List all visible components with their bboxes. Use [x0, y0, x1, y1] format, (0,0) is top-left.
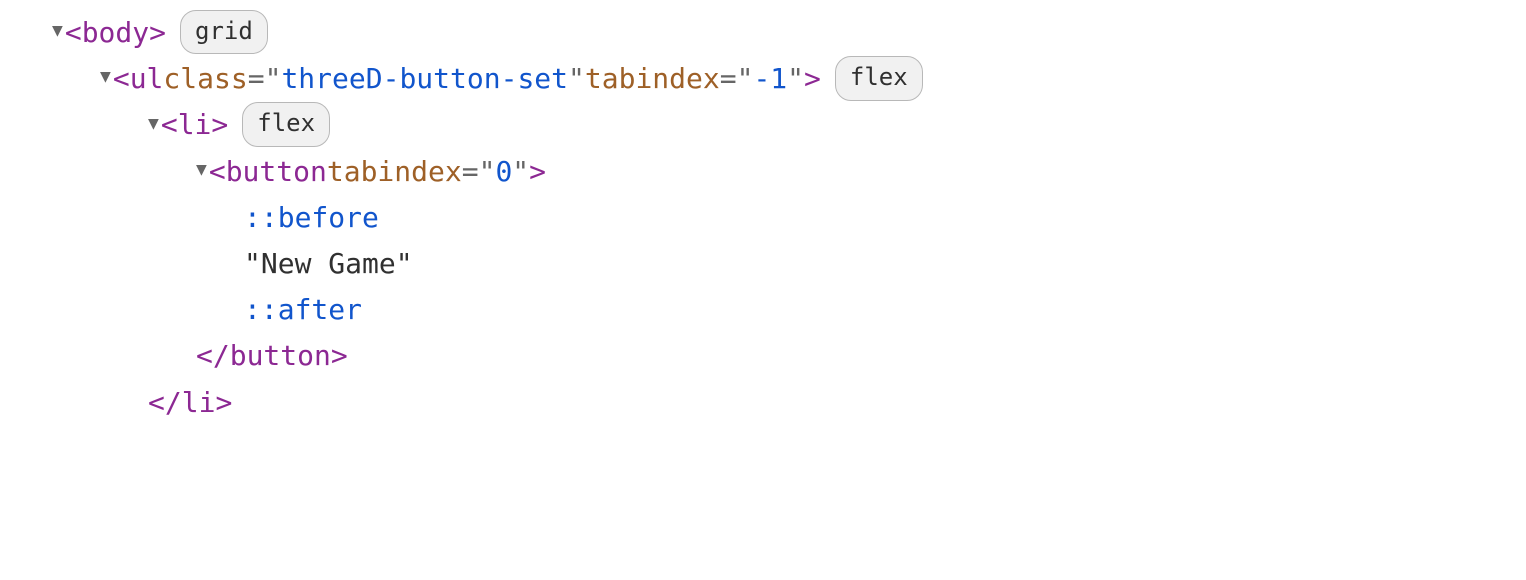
text-node: "New Game"	[244, 241, 413, 287]
tag-close-bracket: >	[331, 333, 348, 379]
tree-row[interactable]: ▼<button tabindex="0">	[20, 149, 1506, 195]
tag-name: button	[230, 333, 331, 379]
dom-tree-panel[interactable]: ▼<body>grid▼<ul class="threeD-button-set…	[20, 10, 1506, 426]
tree-row[interactable]: ▼<li> flex	[20, 102, 1506, 148]
attr-quote: "	[568, 56, 585, 102]
tag-open-bracket: <	[113, 56, 130, 102]
attr-quote: "	[787, 56, 804, 102]
pseudo-element: ::before	[244, 195, 379, 241]
expand-arrow-icon[interactable]: ▼	[148, 109, 159, 139]
tree-row[interactable]: ::before	[20, 195, 1506, 241]
tree-row[interactable]: ▼<body> grid	[20, 10, 1506, 56]
tag-close-bracket: >	[215, 380, 232, 426]
attr-quote: "	[479, 149, 496, 195]
expand-arrow-icon[interactable]: ▼	[100, 62, 111, 92]
attr-quote: "	[512, 149, 529, 195]
tag-name: li	[178, 102, 212, 148]
tree-row[interactable]: ::after	[20, 287, 1506, 333]
tag-name: body	[82, 10, 149, 56]
tag-open-bracket: <	[65, 10, 82, 56]
layout-badge[interactable]: flex	[242, 102, 330, 147]
tree-row[interactable]: </li>	[20, 380, 1506, 426]
tag-close-bracket: >	[804, 56, 821, 102]
layout-badge[interactable]: flex	[835, 56, 923, 101]
tag-close-bracket: >	[149, 10, 166, 56]
pseudo-element: ::after	[244, 287, 362, 333]
tag-close-bracket: >	[211, 102, 228, 148]
tag-name: ul	[130, 56, 164, 102]
tag-open-bracket: <	[161, 102, 178, 148]
attr-equals: =	[720, 56, 737, 102]
tag-name: button	[226, 149, 327, 195]
attr-quote: "	[737, 56, 754, 102]
tag-open-bracket: </	[148, 380, 182, 426]
tag-close-bracket: >	[529, 149, 546, 195]
expand-arrow-icon[interactable]: ▼	[196, 155, 207, 185]
tree-row[interactable]: "New Game"	[20, 241, 1506, 287]
tree-row[interactable]: </button>	[20, 333, 1506, 379]
attr-quote: "	[265, 56, 282, 102]
attr-equals: =	[248, 56, 265, 102]
tag-open-bracket: <	[209, 149, 226, 195]
attr-name: tabindex	[327, 149, 462, 195]
attr-name: tabindex	[585, 56, 720, 102]
expand-arrow-icon[interactable]: ▼	[52, 16, 63, 46]
tree-row[interactable]: ▼<ul class="threeD-button-set" tabindex=…	[20, 56, 1506, 102]
attr-name: class	[163, 56, 247, 102]
tag-open-bracket: </	[196, 333, 230, 379]
attr-value: -1	[753, 56, 787, 102]
attr-value: threeD-button-set	[281, 56, 568, 102]
attr-value: 0	[495, 149, 512, 195]
layout-badge[interactable]: grid	[180, 10, 268, 55]
tag-name: li	[182, 380, 216, 426]
attr-equals: =	[462, 149, 479, 195]
